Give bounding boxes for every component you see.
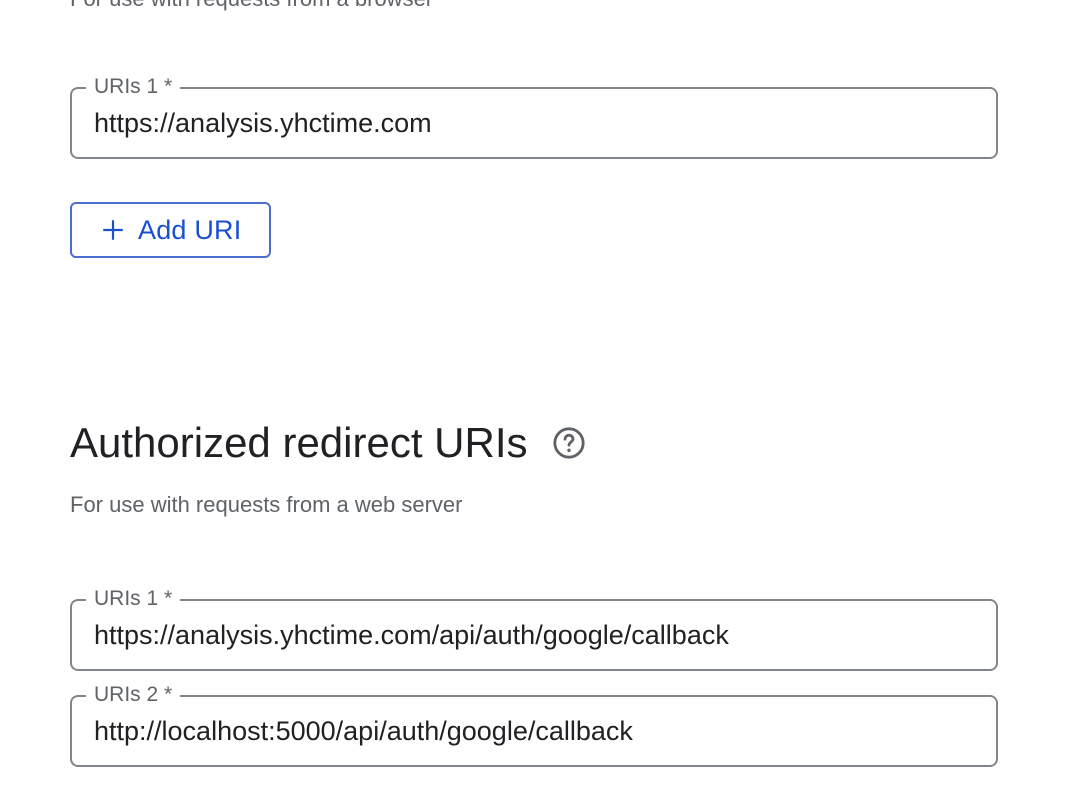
js-origin-uri-1-field[interactable]: URIs 1 * (70, 75, 998, 159)
add-uri-label: Add URI (138, 214, 242, 245)
plus-icon (103, 220, 123, 240)
redirect-uri-2-input[interactable] (94, 714, 974, 748)
redirect-uri-1-input[interactable] (94, 618, 974, 652)
js-origin-uri-1-label: URIs 1 * (86, 75, 181, 99)
redirect-uris-title: Authorized redirect URIs (70, 419, 528, 466)
redirect-uri-1-label: URIs 1 * (86, 587, 181, 611)
oauth-client-form: For use with requests from a browser URI… (0, 0, 1084, 802)
redirect-uris-subtitle: For use with requests from a web server (70, 492, 463, 517)
redirect-uri-2-field[interactable]: URIs 2 * (70, 683, 998, 767)
add-uri-button[interactable]: Add URI (70, 202, 271, 258)
help-circle-icon[interactable] (552, 426, 586, 460)
redirect-uris-heading: Authorized redirect URIs (70, 418, 586, 468)
redirect-uri-1-field[interactable]: URIs 1 * (70, 587, 998, 671)
js-origins-subtitle: For use with requests from a browser (70, 0, 433, 12)
redirect-uri-2-label: URIs 2 * (86, 683, 181, 707)
js-origin-uri-1-input[interactable] (94, 106, 974, 140)
